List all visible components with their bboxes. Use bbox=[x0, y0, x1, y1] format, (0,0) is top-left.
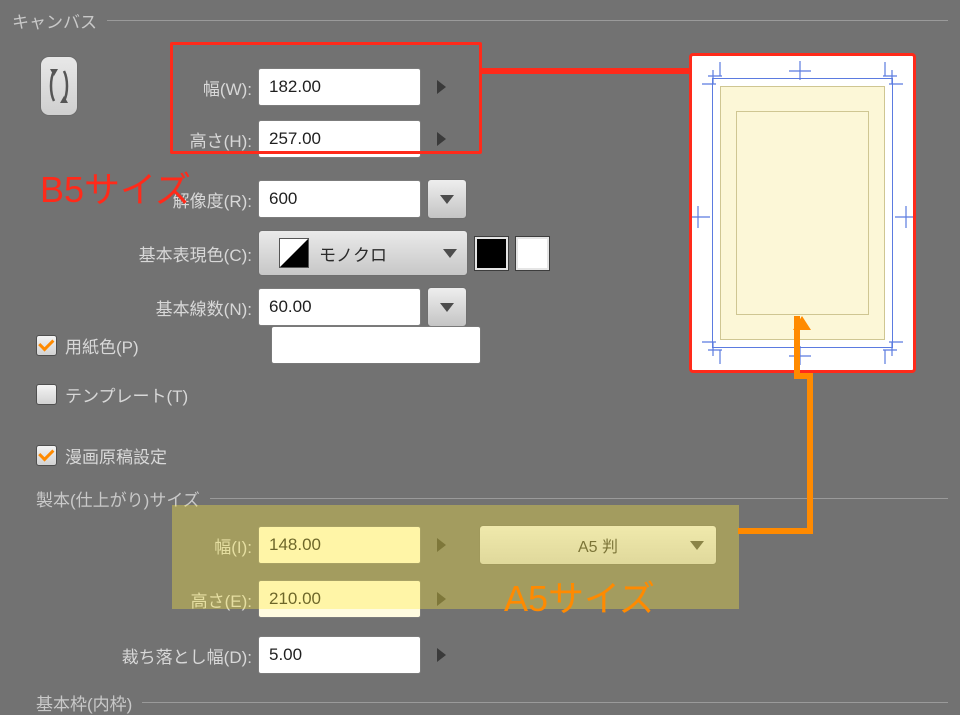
screen-freq-label: 基本線数(N): bbox=[0, 295, 258, 320]
bleed-spinner[interactable] bbox=[421, 635, 461, 675]
template-checkbox[interactable] bbox=[36, 384, 57, 405]
binding-preset-value: A5 判 bbox=[578, 533, 618, 557]
swatch-black[interactable] bbox=[474, 236, 509, 271]
color-mode-value: モノクロ bbox=[319, 241, 387, 266]
annotation-red-connector bbox=[482, 68, 689, 74]
binding-height-label: 高さ(E): bbox=[0, 587, 258, 612]
color-mode-label: 基本表現色(C): bbox=[0, 241, 258, 266]
binding-preset-dropdown[interactable]: A5 判 bbox=[479, 525, 717, 565]
canvas-legend: キャンバス bbox=[12, 8, 97, 33]
binding-width-label: 幅(I): bbox=[0, 533, 258, 558]
bleed-input[interactable] bbox=[258, 636, 421, 674]
color-mode-dropdown[interactable]: モノクロ bbox=[258, 230, 468, 276]
width-label: 幅(W): bbox=[0, 75, 258, 100]
template-label: テンプレート(T) bbox=[65, 382, 188, 407]
inner-frame bbox=[736, 111, 869, 315]
resolution-label: 解像度(R): bbox=[0, 187, 258, 212]
width-spinner[interactable] bbox=[421, 67, 461, 107]
binding-height-input[interactable] bbox=[258, 580, 421, 618]
height-spinner[interactable] bbox=[421, 119, 461, 159]
annotation-orange-arrowhead bbox=[793, 316, 811, 330]
manga-settings-label: 漫画原稿設定 bbox=[65, 443, 167, 468]
swatch-white[interactable] bbox=[515, 236, 550, 271]
height-label: 高さ(H): bbox=[0, 127, 258, 152]
screen-freq-dropdown[interactable] bbox=[427, 287, 467, 327]
binding-width-input[interactable] bbox=[258, 526, 421, 564]
canvas-height-input[interactable] bbox=[258, 120, 421, 158]
paper-color-label: 用紙色(P) bbox=[65, 333, 139, 358]
binding-height-spinner[interactable] bbox=[421, 579, 461, 619]
binding-width-spinner[interactable] bbox=[421, 525, 461, 565]
bleed-label: 裁ち落とし幅(D): bbox=[0, 643, 258, 668]
paper-color-checkbox[interactable] bbox=[36, 335, 57, 356]
canvas-width-input[interactable] bbox=[258, 68, 421, 106]
paper-color-swatch[interactable] bbox=[271, 326, 481, 364]
screen-freq-input[interactable] bbox=[258, 288, 421, 326]
mono-icon bbox=[279, 238, 309, 268]
manga-settings-checkbox[interactable] bbox=[36, 445, 57, 466]
resolution-dropdown[interactable] bbox=[427, 179, 467, 219]
resolution-input[interactable] bbox=[258, 180, 421, 218]
binding-legend: 製本(仕上がり)サイズ bbox=[36, 486, 200, 511]
